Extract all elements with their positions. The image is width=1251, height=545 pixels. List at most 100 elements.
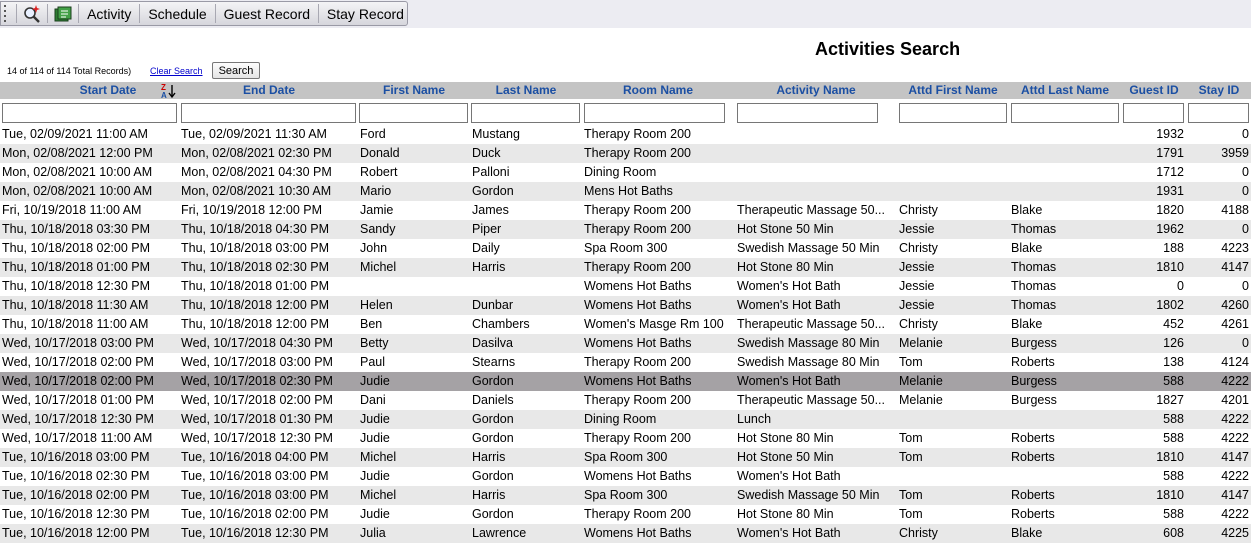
attd-first-name-cell: Christy	[899, 203, 938, 217]
toolbar-separator	[78, 4, 80, 23]
activity-name-cell: Women's Hot Bath	[737, 298, 841, 312]
column-header-last-name[interactable]: Last Name	[471, 82, 581, 99]
last-name-cell: Gordon	[472, 184, 514, 198]
stay-id-cell: 0	[1242, 184, 1249, 198]
table-row[interactable]: Tue, 10/16/2018 12:00 PM Tue, 10/16/2018 …	[0, 524, 1251, 543]
filter-stay-id[interactable]	[1188, 103, 1249, 123]
activity-name-cell: Therapeutic Massage 50...	[737, 317, 885, 331]
table-row[interactable]: Wed, 10/17/2018 11:00 AM Wed, 10/17/2018 …	[0, 429, 1251, 448]
table-row[interactable]: Wed, 10/17/2018 01:00 PM Wed, 10/17/2018 …	[0, 391, 1251, 410]
filter-start-date[interactable]	[2, 103, 177, 123]
page-title: Activities Search	[815, 39, 961, 59]
last-name-cell: Harris	[472, 488, 506, 502]
column-header-first-name[interactable]: First Name	[359, 82, 469, 99]
table-row[interactable]: Wed, 10/17/2018 12:30 PM Wed, 10/17/2018 …	[0, 410, 1251, 429]
table-row[interactable]: Thu, 10/18/2018 02:00 PM Thu, 10/18/2018 …	[0, 239, 1251, 258]
toolbar-grip[interactable]	[4, 4, 11, 23]
last-name-cell: Gordon	[472, 431, 514, 445]
last-name-cell	[472, 277, 582, 296]
column-header-room-name[interactable]: Room Name	[583, 82, 733, 99]
filter-last-name[interactable]	[471, 103, 580, 123]
start-date-cell: Tue, 10/16/2018 03:00 PM	[2, 450, 150, 464]
schedule-button[interactable]: Schedule	[145, 6, 209, 22]
filter-first-name[interactable]	[359, 103, 468, 123]
search-refresh-icon[interactable]	[22, 3, 42, 25]
guest-id-cell: 138	[1163, 355, 1184, 369]
activity-name-cell: Hot Stone 80 Min	[737, 431, 834, 445]
end-date-cell: Wed, 10/17/2018 04:30 PM	[181, 336, 333, 350]
table-row[interactable]: Mon, 02/08/2021 10:00 AM Mon, 02/08/2021 …	[0, 163, 1251, 182]
table-row[interactable]: Tue, 10/16/2018 03:00 PM Tue, 10/16/2018 …	[0, 448, 1251, 467]
first-name-cell	[360, 277, 470, 296]
last-name-cell: Dunbar	[472, 298, 513, 312]
guest-id-cell: 1827	[1156, 393, 1184, 407]
table-row[interactable]: Tue, 02/09/2021 11:00 AM Tue, 02/09/2021 …	[0, 125, 1251, 144]
room-name-cell: Therapy Room 200	[584, 203, 692, 217]
filter-room-name[interactable]	[584, 103, 725, 123]
end-date-cell: Mon, 02/08/2021 04:30 PM	[181, 165, 332, 179]
attd-last-name-cell: Burgess	[1011, 374, 1057, 388]
start-date-cell: Thu, 10/18/2018 01:00 PM	[2, 260, 151, 274]
activity-button[interactable]: Activity	[84, 6, 134, 22]
last-name-cell: Palloni	[472, 165, 510, 179]
filter-activity-name[interactable]	[737, 103, 878, 123]
column-header-attd-last-name[interactable]: Attd Last Name	[1010, 82, 1120, 99]
column-header-stay-id[interactable]: Stay ID	[1188, 82, 1250, 99]
table-row[interactable]: Thu, 10/18/2018 01:00 PM Thu, 10/18/2018 …	[0, 258, 1251, 277]
stay-record-button[interactable]: Stay Record	[324, 6, 407, 22]
end-date-cell: Wed, 10/17/2018 02:00 PM	[181, 393, 333, 407]
table-row[interactable]: Tue, 10/16/2018 12:30 PM Tue, 10/16/2018 …	[0, 505, 1251, 524]
guest-id-cell: 0	[1177, 279, 1184, 293]
activity-name-cell	[737, 144, 897, 163]
table-row[interactable]: Tue, 10/16/2018 02:00 PM Tue, 10/16/2018 …	[0, 486, 1251, 505]
room-name-cell: Therapy Room 200	[584, 355, 692, 369]
record-count: 14 of 114 of 114 Total Records)	[7, 66, 132, 76]
stay-id-cell: 0	[1242, 222, 1249, 236]
table-row[interactable]: Thu, 10/18/2018 11:00 AM Thu, 10/18/2018 …	[0, 315, 1251, 334]
table-row[interactable]: Wed, 10/17/2018 02:00 PM Wed, 10/17/2018 …	[0, 353, 1251, 372]
guest-record-button[interactable]: Guest Record	[221, 6, 313, 22]
toolbar: Activity Schedule Guest Record Stay Reco…	[0, 1, 408, 26]
activity-name-cell: Swedish Massage 80 Min	[737, 355, 880, 369]
attd-first-name-cell: Jessie	[899, 260, 935, 274]
table-row[interactable]: Fri, 10/19/2018 11:00 AM Fri, 10/19/2018 …	[0, 201, 1251, 220]
filter-attd-first-name[interactable]	[899, 103, 1007, 123]
filter-end-date[interactable]	[181, 103, 356, 123]
table-row[interactable]: Thu, 10/18/2018 12:30 PM Thu, 10/18/2018 …	[0, 277, 1251, 296]
attd-first-name-cell	[899, 163, 1009, 182]
search-button[interactable]: Search	[212, 62, 260, 79]
stay-id-cell: 4261	[1221, 317, 1249, 331]
clear-search-link[interactable]: Clear Search	[150, 66, 203, 76]
first-name-cell: Judie	[360, 469, 390, 483]
table-row[interactable]: Thu, 10/18/2018 03:30 PM Thu, 10/18/2018 …	[0, 220, 1251, 239]
room-name-cell: Spa Room 300	[584, 488, 668, 502]
end-date-cell: Wed, 10/17/2018 03:00 PM	[181, 355, 333, 369]
table-row[interactable]: Mon, 02/08/2021 10:00 AM Mon, 02/08/2021 …	[0, 182, 1251, 201]
stay-id-cell: 4222	[1221, 374, 1249, 388]
table-row[interactable]: Wed, 10/17/2018 02:00 PM Wed, 10/17/2018 …	[0, 372, 1251, 391]
report-icon[interactable]	[53, 3, 73, 25]
stay-id-cell: 3959	[1221, 146, 1249, 160]
column-header-attd-first-name[interactable]: Attd First Name	[898, 82, 1008, 99]
activity-name-cell	[737, 125, 897, 144]
guest-id-cell: 1820	[1156, 203, 1184, 217]
guest-id-cell: 1962	[1156, 222, 1184, 236]
column-header-activity-name[interactable]: Activity Name	[736, 82, 896, 99]
table-row[interactable]: Mon, 02/08/2021 12:00 PM Mon, 02/08/2021 …	[0, 144, 1251, 163]
activity-name-cell: Swedish Massage 50 Min	[737, 241, 880, 255]
filter-attd-last-name[interactable]	[1011, 103, 1119, 123]
sort-descending-icon[interactable]: Z A	[160, 83, 178, 99]
activity-name-cell: Swedish Massage 80 Min	[737, 336, 880, 350]
attd-first-name-cell: Jessie	[899, 279, 935, 293]
filter-guest-id[interactable]	[1123, 103, 1184, 123]
column-header-guest-id[interactable]: Guest ID	[1122, 82, 1186, 99]
attd-first-name-cell: Melanie	[899, 336, 943, 350]
attd-last-name-cell: Blake	[1011, 317, 1043, 331]
table-row[interactable]: Wed, 10/17/2018 03:00 PM Wed, 10/17/2018 …	[0, 334, 1251, 353]
table-row[interactable]: Thu, 10/18/2018 11:30 AM Thu, 10/18/2018 …	[0, 296, 1251, 315]
start-date-cell: Wed, 10/17/2018 02:00 PM	[2, 374, 154, 388]
table-row[interactable]: Tue, 10/16/2018 02:30 PM Tue, 10/16/2018 …	[0, 467, 1251, 486]
column-header-end-date[interactable]: End Date	[181, 82, 357, 99]
start-date-cell: Thu, 10/18/2018 02:00 PM	[2, 241, 151, 255]
stay-id-cell: 0	[1242, 279, 1249, 293]
